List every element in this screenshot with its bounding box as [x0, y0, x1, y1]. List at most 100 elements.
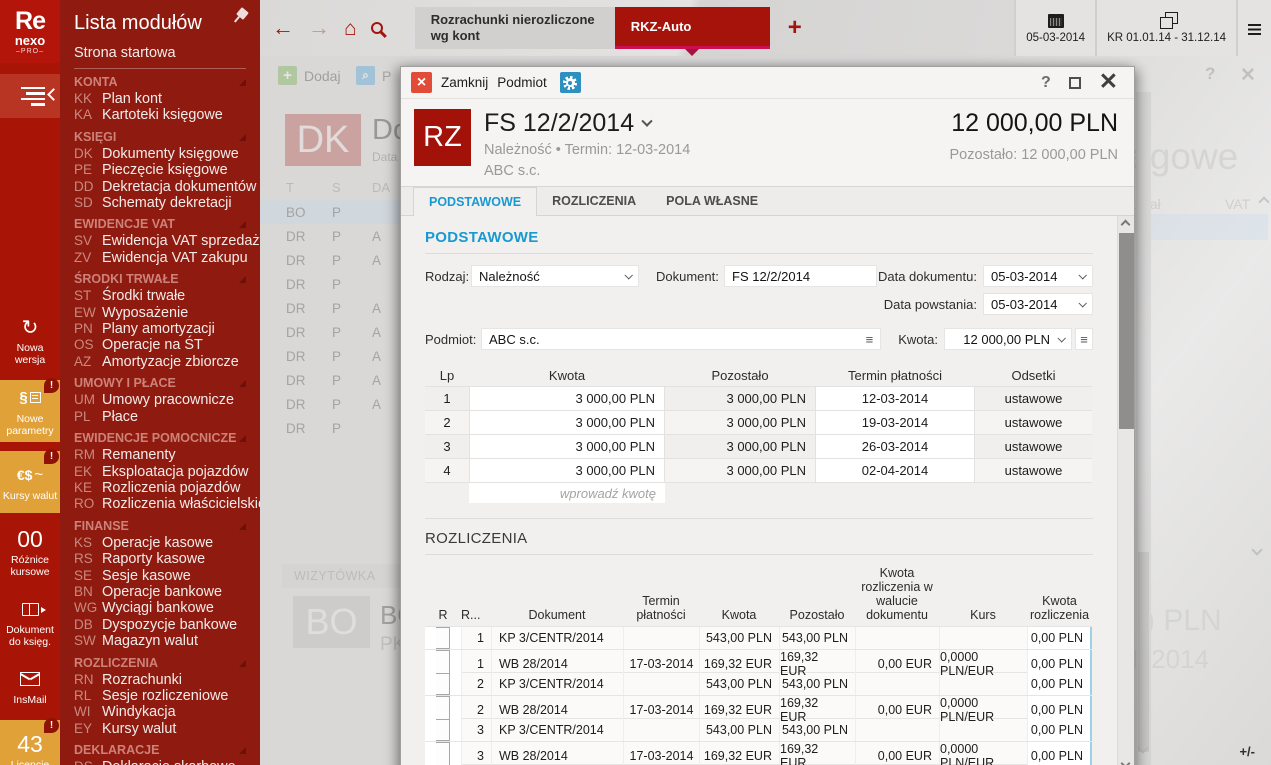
bg-scroll-up-icon[interactable] — [1258, 196, 1270, 208]
module-list-button[interactable] — [0, 74, 60, 118]
column-header[interactable]: Pozostało — [779, 608, 855, 622]
sidebar-section-header[interactable]: ŚRODKI TRWAŁE — [74, 272, 246, 287]
sidebar-item-rl[interactable]: RL Sesje rozliczeniowe — [74, 688, 260, 704]
sidebar-item-um[interactable]: UM Umowy pracownicze — [74, 392, 260, 408]
sidebar-section-header[interactable]: EWIDENCJE VAT — [74, 217, 246, 232]
column-header[interactable]: R... — [461, 608, 491, 622]
sidebar-section-header[interactable]: DEKLARACJE — [74, 743, 246, 758]
bg-table-row[interactable]: DR P A — [260, 368, 400, 392]
close-document-label[interactable]: Zamknij — [441, 75, 488, 90]
sidebar-item-kk[interactable]: KK Plan kont — [74, 91, 260, 107]
quick-tile-insmail[interactable]: InsMail — [0, 662, 60, 711]
bg-table-row[interactable]: BO P — [260, 200, 400, 224]
bg-scrollbar[interactable] — [1136, 92, 1151, 765]
settlement-checkbox[interactable] — [436, 742, 450, 765]
installment-row[interactable]: 13 000,00 PLN 3 000,00 PLN 12-03-2014 ustaw… — [425, 386, 1092, 410]
sidebar-section-header[interactable]: UMOWY I PŁACE — [74, 376, 246, 391]
settlement-row[interactable]: 1 KP 3/CENTR/2014 543,00 PLN 543,00 PLN 0,00… — [425, 626, 1092, 649]
dokument-input[interactable]: FS 12/2/2014 — [724, 265, 877, 287]
column-header[interactable]: R — [425, 608, 461, 622]
sidebar-item-ew[interactable]: EW Wyposażenie — [74, 305, 260, 321]
sidebar-item-ks[interactable]: KS Operacje kasowe — [74, 535, 260, 551]
data-powstania-select[interactable]: 05-03-2014 — [983, 293, 1093, 315]
bg-table-row[interactable]: DR P A — [260, 224, 400, 248]
sidebar-item-dd[interactable]: DD Dekretacja dokumentów — [74, 179, 260, 195]
podmiot-input[interactable]: ABC s.c. ≡ — [481, 328, 882, 350]
sidebar-item-rn[interactable]: RN Rozrachunki — [74, 672, 260, 688]
quick-tile-dokument-do-ksieg[interactable]: Dokument do księg. — [0, 592, 60, 653]
scroll-down-icon[interactable] — [1120, 758, 1131, 765]
installment-row[interactable]: 43 000,00 PLN 3 000,00 PLN 02-04-2014 ustaw… — [425, 458, 1092, 482]
settlement-row[interactable]: 2 WB 28/2014 17-03-2014 169,32 EUR 169,32 EU… — [425, 695, 1092, 724]
settlement-checkbox[interactable] — [436, 673, 450, 695]
subject-menu[interactable]: Podmiot — [497, 75, 547, 90]
sidebar-item-bn[interactable]: BN Operacje bankowe — [74, 584, 260, 600]
sidebar-item-sd[interactable]: SD Schematy dekretacji — [74, 195, 260, 211]
sidebar-section-header[interactable]: ROZLICZENIA — [74, 656, 246, 671]
sidebar-item-zv[interactable]: ZV Ewidencja VAT zakupu — [74, 250, 260, 266]
bg-scroll-down-icon[interactable] — [1251, 544, 1263, 556]
settlement-checkbox[interactable] — [436, 719, 450, 741]
sidebar-item-pl[interactable]: PL Płace — [74, 409, 260, 425]
settings-button[interactable] — [559, 72, 581, 93]
sidebar-item-wg[interactable]: WG Wyciągi bankowe — [74, 600, 260, 616]
quick-tile-nowa-wersja[interactable]: ↻ Nowa wersja — [0, 310, 60, 371]
close-document-button[interactable]: × — [411, 72, 432, 93]
bg-table-row[interactable]: DR P A — [260, 320, 400, 344]
quick-tile-licencje[interactable]: 43 Licencje! — [0, 718, 60, 765]
column-header[interactable]: Termin płatności — [623, 594, 699, 622]
tab-rozliczenia[interactable]: ROZLICZENIA — [537, 187, 651, 215]
sidebar-item-strona-startowa[interactable]: Strona startowa — [74, 45, 246, 69]
sidebar-item-rs[interactable]: RS Raporty kasowe — [74, 551, 260, 567]
column-header[interactable]: Kwota rozliczenia w walucie dokumentu — [855, 566, 939, 622]
bg-table-row[interactable]: DR P — [260, 416, 400, 440]
quick-tile-kursy-walut[interactable]: €$ ~ Kursy walut! — [0, 449, 60, 513]
bg-table-row[interactable]: DR P A — [260, 248, 400, 272]
column-header[interactable]: Termin płatności — [815, 368, 975, 383]
sidebar-section-header[interactable]: EWIDENCJE POMOCNICZE — [74, 431, 246, 446]
bg-help-icon[interactable]: ? — [1205, 64, 1215, 84]
bg-table-row[interactable]: DR P A — [260, 392, 400, 416]
period-box[interactable]: KR 01.01.14 - 31.12.14 — [1095, 0, 1236, 56]
sidebar-item-ek[interactable]: EK Eksploatacja pojazdów — [74, 464, 260, 480]
settlement-row[interactable]: 2 KP 3/CENTR/2014 543,00 PLN 543,00 PLN 0,00… — [425, 672, 1092, 695]
add-icon[interactable]: + — [278, 66, 297, 85]
settlement-row[interactable]: 3 WB 28/2014 17-03-2014 169,32 EUR 169,32 EU… — [425, 741, 1092, 765]
quick-tile-roznice-kursowe[interactable]: 00 Różnice kursowe — [0, 522, 60, 583]
sidebar-item-ke[interactable]: KE Rozliczenia pojazdów — [74, 480, 260, 496]
data-dokumentu-select[interactable]: 05-03-2014 — [983, 265, 1093, 287]
sidebar-item-pn[interactable]: PN Plany amortyzacji — [74, 321, 260, 337]
bg-table-row[interactable]: DR P A — [260, 296, 400, 320]
scrollbar-thumb[interactable] — [1119, 233, 1134, 429]
sidebar-item-se[interactable]: SE Sesje kasowe — [74, 568, 260, 584]
sidebar-item-az[interactable]: AZ Amortyzacje zbiorcze — [74, 354, 260, 370]
bg-close-icon[interactable]: ✕ — [1240, 64, 1256, 87]
kwota-menu-icon[interactable]: ≡ — [1075, 328, 1093, 350]
settlement-checkbox[interactable] — [436, 627, 450, 649]
chevron-down-icon[interactable] — [641, 115, 653, 127]
bg-bottom-tab[interactable]: WIZYTÓWKA — [282, 564, 402, 588]
settlement-row[interactable]: 3 KP 3/CENTR/2014 543,00 PLN 543,00 PLN 0,00… — [425, 718, 1092, 741]
kwota-select[interactable]: 12 000,00 PLN — [944, 328, 1072, 350]
column-header[interactable]: Odsetki — [975, 368, 1092, 383]
quick-tile-nowe-parametry[interactable]: § Nowe parametry! — [0, 378, 60, 442]
help-icon[interactable]: ? — [1041, 74, 1051, 92]
rodzaj-select[interactable]: Należność — [471, 265, 639, 287]
new-tab-button[interactable]: + — [788, 14, 802, 42]
bg-table-row[interactable]: DR P — [260, 272, 400, 296]
field-menu-icon[interactable]: ≡ — [866, 332, 874, 347]
date-box[interactable]: 05-03-2014 — [1014, 0, 1096, 56]
bg-search-icon[interactable]: ⌕ — [356, 66, 375, 85]
sidebar-item-ka[interactable]: KA Kartoteki księgowe — [74, 107, 260, 123]
installment-row[interactable]: 23 000,00 PLN 3 000,00 PLN 19-03-2014 ustaw… — [425, 410, 1092, 434]
back-arrow-icon[interactable]: ← — [272, 17, 294, 39]
document-title[interactable]: FS 12/2/2014 — [484, 109, 937, 138]
sidebar-item-rm[interactable]: RM Remanenty — [74, 447, 260, 463]
sidebar-item-os[interactable]: OS Operacje na ŚT — [74, 337, 260, 353]
sidebar-item-wi[interactable]: WI Windykacja — [74, 704, 260, 720]
sidebar-item-pe[interactable]: PE Pieczęcie księgowe — [74, 162, 260, 178]
scroll-up-icon[interactable] — [1120, 219, 1131, 230]
dialog-scrollbar[interactable] — [1117, 216, 1134, 765]
column-header[interactable]: Dokument — [491, 608, 623, 622]
forward-arrow-icon[interactable]: → — [308, 17, 330, 39]
